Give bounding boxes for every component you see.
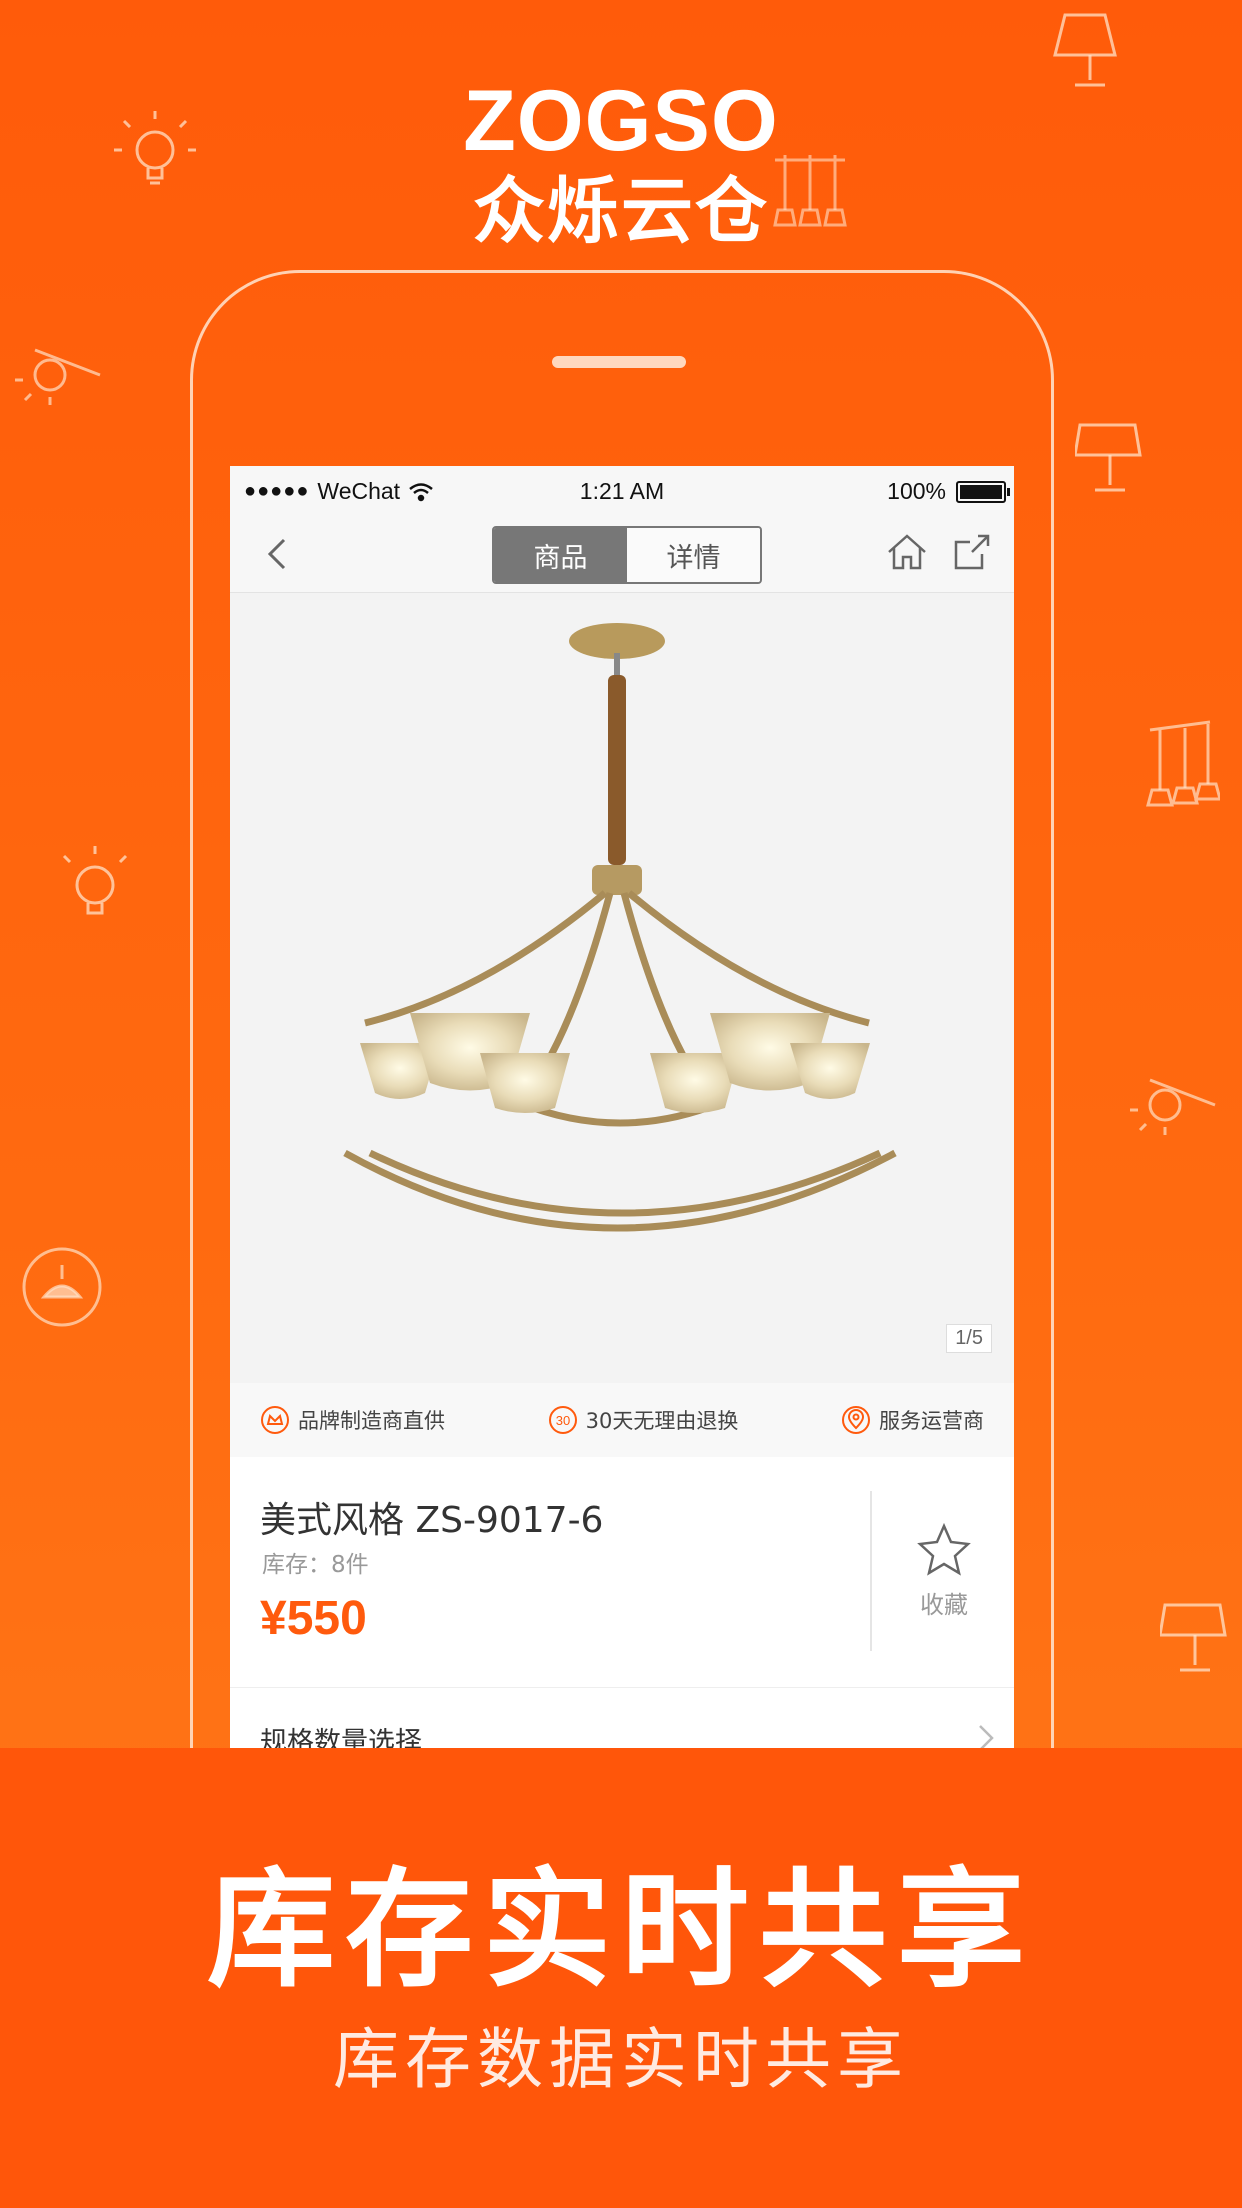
back-icon[interactable] <box>260 536 296 572</box>
share-icon[interactable] <box>952 532 992 572</box>
crown-icon <box>261 1406 289 1434</box>
spec-selector-row[interactable]: 规格数量选择 <box>230 1687 1014 1750</box>
badge-service-operator: 服务运营商 <box>841 1405 984 1435</box>
spotlight-icon <box>15 348 101 405</box>
location-pin-icon <box>841 1406 870 1434</box>
return-30-icon-text: 30 <box>555 1413 569 1428</box>
product-title: 美式风格 ZS-9017-6 <box>260 1500 604 1541</box>
wall-lamp-icon <box>1075 423 1142 492</box>
promo-headline: 库存实时共享 <box>206 1856 1035 2005</box>
phone-speaker <box>552 356 686 368</box>
ceiling-lamp-icon <box>22 1247 102 1327</box>
badge-label: 30天无理由退换 <box>585 1409 739 1433</box>
divider <box>870 1491 872 1651</box>
brand-name-cn: 众烁云仓 <box>472 169 769 253</box>
badge-brand-direct: 品牌制造商直供 <box>260 1405 445 1435</box>
favorite-button[interactable]: 收藏 <box>884 1522 1004 1620</box>
spotlight-icon <box>1130 1078 1216 1135</box>
image-pager: 1/5 <box>946 1324 992 1353</box>
home-icon[interactable] <box>886 532 928 572</box>
battery-percent: 100% <box>887 478 946 504</box>
segmented-control: 商品 详情 <box>492 526 762 584</box>
chandelier-icon <box>1146 720 1220 807</box>
return-30-icon: 30 <box>548 1406 577 1434</box>
stock-label: 库存：8件 <box>262 1552 369 1578</box>
badge-30-day-return: 30 30天无理由退换 <box>548 1405 739 1435</box>
status-right: 100% <box>887 478 1010 505</box>
product-info: 美式风格 ZS-9017-6 库存：8件 ¥550 收藏 <box>230 1457 1014 1687</box>
badge-label: 服务运营商 <box>878 1409 984 1433</box>
app-screen: ●●●●● WeChat 1:21 AM 100% 商品 详情 1/5 品牌制造… <box>230 466 1014 1750</box>
status-bar: ●●●●● WeChat 1:21 AM 100% <box>230 466 1014 516</box>
desk-lamp-icon <box>1160 1603 1227 1672</box>
promo-page: ZOGSO 众烁云仓 ●●●●● WeChat 1:21 AM 100% 商品 … <box>0 0 1242 2208</box>
nav-bar: 商品 详情 <box>230 516 1014 593</box>
tab-details[interactable]: 详情 <box>627 528 760 582</box>
tab-product[interactable]: 商品 <box>494 528 627 582</box>
favorite-label: 收藏 <box>920 1591 968 1619</box>
star-icon <box>917 1522 971 1576</box>
spec-label: 规格数量选择 <box>260 1727 422 1750</box>
promo-subheadline: 库存数据实时共享 <box>333 2021 909 2098</box>
bulb-icon <box>62 846 128 915</box>
product-image-area[interactable]: 1/5 <box>230 593 1014 1383</box>
battery-icon <box>956 480 1010 503</box>
product-price: ¥550 <box>260 1592 367 1645</box>
service-badges: 品牌制造商直供 30 30天无理由退换 服务运营商 <box>230 1383 1014 1457</box>
chevron-right-icon <box>979 1725 994 1750</box>
badge-label: 品牌制造商直供 <box>298 1409 445 1433</box>
chandelier-product-image <box>343 623 897 1232</box>
